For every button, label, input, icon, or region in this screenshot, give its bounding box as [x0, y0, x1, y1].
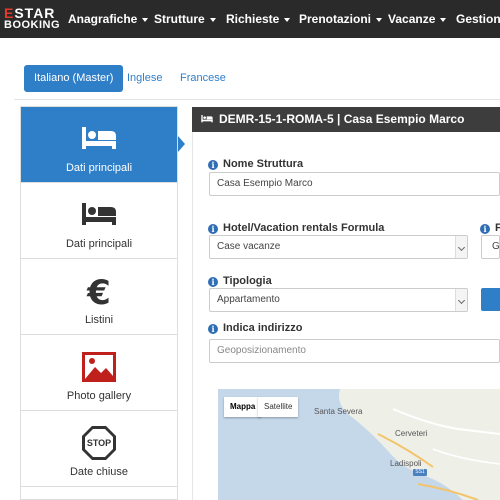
- info-icon: i: [480, 224, 490, 234]
- formula-label: i Hotel/Vacation rentals Formula: [208, 222, 384, 234]
- caret-down-icon: [284, 17, 291, 22]
- caret-down-icon: [142, 17, 149, 22]
- bed-icon: [82, 203, 116, 225]
- stop-text: STOP: [87, 438, 111, 448]
- nome-struttura-input[interactable]: Casa Esempio Marco: [209, 172, 500, 196]
- sidebar: Dati principali Dati principali € Listin…: [20, 106, 178, 500]
- logo-line2: BOOKING: [4, 19, 61, 31]
- top-navbar: ESTAR BOOKING Anagrafiche Strutture Rich…: [0, 0, 500, 38]
- indirizzo-input[interactable]: Geoposizionamento: [209, 339, 500, 363]
- map-tab-mappa[interactable]: Mappa: [224, 397, 262, 417]
- panel-header: DEMR-15-1-ROMA-5 | Casa Esempio Marco: [192, 107, 500, 132]
- formula-select[interactable]: Case vacanze: [209, 235, 468, 259]
- tab-inglese[interactable]: Inglese: [117, 65, 172, 92]
- active-item-arrow: [178, 136, 185, 152]
- info-icon: i: [208, 324, 218, 334]
- bed-icon: [201, 115, 213, 123]
- map-place-ladispoli: Ladispoli: [390, 459, 422, 468]
- panel-title: DEMR-15-1-ROMA-5 | Casa Esempio Marco: [219, 112, 465, 126]
- nav-strutture[interactable]: Strutture: [154, 0, 216, 38]
- sidebar-item-date-chiuse[interactable]: STOP Date chiuse: [21, 411, 177, 487]
- tab-italiano-master[interactable]: Italiano (Master): [24, 65, 124, 92]
- sidebar-item-label: Photo gallery: [66, 390, 132, 402]
- caret-down-icon: [209, 17, 216, 22]
- sidebar-item-photo-gallery[interactable]: Photo gallery: [21, 335, 177, 411]
- nav-anagrafiche[interactable]: Anagrafiche: [68, 0, 149, 38]
- nome-struttura-label: i Nome Struttura: [208, 158, 303, 170]
- chevron-down-icon: [455, 236, 467, 258]
- sidebar-item-dati-principali[interactable]: Dati principali: [21, 183, 177, 259]
- info-icon: i: [208, 277, 218, 287]
- nav-prenotazioni[interactable]: Prenotazioni: [299, 0, 383, 38]
- map-tab-satellite[interactable]: Satellite: [258, 397, 299, 417]
- tipologia-label: i Tipologia: [208, 275, 272, 287]
- map-place-santa-severa: Santa Severa: [314, 407, 363, 416]
- bed-icon: [82, 127, 116, 149]
- euro-icon: €: [86, 273, 111, 309]
- action-button[interactable]: [481, 288, 500, 311]
- map-view[interactable]: Mappa Satellite Santa Severa Cerveteri L…: [218, 389, 500, 500]
- nav-vacanze[interactable]: Vacanze: [388, 0, 447, 38]
- sidebar-item-label: Listini: [84, 314, 114, 326]
- caret-down-icon: [440, 17, 447, 22]
- right-cut-select[interactable]: G: [481, 235, 500, 259]
- sidebar-item-label: Dati principali: [65, 162, 133, 174]
- sidebar-item-label: Dati principali: [65, 238, 133, 250]
- road-shield-ss1: SS1: [413, 469, 427, 476]
- caret-down-icon: [376, 17, 383, 22]
- sidebar-item-listini[interactable]: € Listini: [21, 259, 177, 335]
- tipologia-select[interactable]: Appartamento: [209, 288, 468, 312]
- nav-richieste[interactable]: Richieste: [226, 0, 291, 38]
- svg-text:€: €: [86, 273, 111, 309]
- sidebar-item-dati-principali-active[interactable]: Dati principali: [21, 107, 177, 183]
- estar-booking-logo[interactable]: ESTAR BOOKING: [4, 5, 64, 33]
- right-cut-label: iF: [480, 222, 500, 234]
- info-icon: i: [208, 224, 218, 234]
- indirizzo-label: i Indica indirizzo: [208, 322, 302, 334]
- stop-icon: STOP: [82, 426, 116, 460]
- sidebar-item-label: Date chiuse: [69, 466, 129, 478]
- map-place-cerveteri: Cerveteri: [395, 429, 428, 438]
- info-icon: i: [208, 160, 218, 170]
- tab-francese[interactable]: Francese: [170, 65, 236, 92]
- image-icon: [82, 352, 116, 382]
- tabs-divider: [14, 99, 500, 100]
- chevron-down-icon: [455, 289, 467, 311]
- nav-gestione[interactable]: Gestione: [456, 0, 500, 38]
